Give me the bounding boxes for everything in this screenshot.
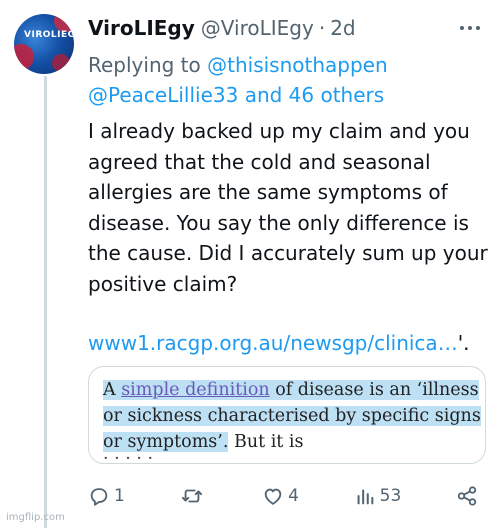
reply-count: 1 bbox=[114, 486, 125, 506]
avatar-logo: VIROLIEGY bbox=[24, 30, 74, 40]
avatar[interactable]: VIROLIEGY bbox=[14, 14, 74, 74]
card-cut-line: · · · · · bbox=[103, 455, 303, 463]
timestamp[interactable]: 2d bbox=[330, 16, 355, 40]
quoted-image-card[interactable]: A simple definition of disease is an ‘il… bbox=[88, 366, 486, 464]
author-name[interactable]: ViroLIEgy bbox=[88, 16, 195, 40]
reply-button[interactable]: 1 bbox=[88, 485, 125, 507]
retweet-icon bbox=[181, 489, 202, 503]
views-button[interactable]: 53 bbox=[354, 485, 402, 507]
views-count: 53 bbox=[379, 486, 402, 506]
mention-others-link[interactable]: @PeaceLillie33 and 46 others bbox=[88, 83, 384, 107]
share-icon bbox=[457, 486, 477, 506]
card-prefix: A bbox=[103, 380, 122, 400]
tweet-text: I already backed up my claim and you agr… bbox=[88, 119, 488, 296]
tweet-url-line: www1.racgp.org.au/newsgp/clinica…'. bbox=[88, 328, 470, 358]
card-after-text: But it is bbox=[228, 432, 304, 452]
tweet-url-link[interactable]: www1.racgp.org.au/newsgp/clinica… bbox=[88, 331, 458, 355]
like-icon bbox=[264, 488, 282, 505]
replying-to: Replying to @thisisnothappen @PeaceLilli… bbox=[88, 50, 488, 110]
like-button[interactable]: 4 bbox=[262, 485, 299, 507]
share-button[interactable] bbox=[456, 485, 478, 507]
imgflip-watermark: imgflip.com bbox=[6, 512, 65, 523]
action-bar: 1 4 53 bbox=[88, 482, 478, 510]
card-text: A simple definition of disease is an ‘il… bbox=[103, 377, 483, 455]
separator-dot: · bbox=[318, 16, 326, 40]
replying-prefix: Replying to bbox=[88, 53, 201, 77]
mention-link[interactable]: @thisisnothappen bbox=[207, 53, 388, 77]
thread-line bbox=[44, 76, 47, 528]
tweet-header: ViroLIEgy @ViroLIEgy · 2d bbox=[88, 16, 450, 48]
views-icon bbox=[357, 489, 374, 505]
retweet-button[interactable] bbox=[180, 485, 208, 507]
more-icon[interactable] bbox=[456, 14, 484, 42]
card-link: simple definition bbox=[121, 380, 270, 400]
author-handle[interactable]: @ViroLIEgy bbox=[201, 16, 314, 40]
like-count: 4 bbox=[288, 486, 299, 506]
tweet-url-tail: '. bbox=[457, 331, 470, 355]
reply-icon bbox=[90, 488, 108, 506]
